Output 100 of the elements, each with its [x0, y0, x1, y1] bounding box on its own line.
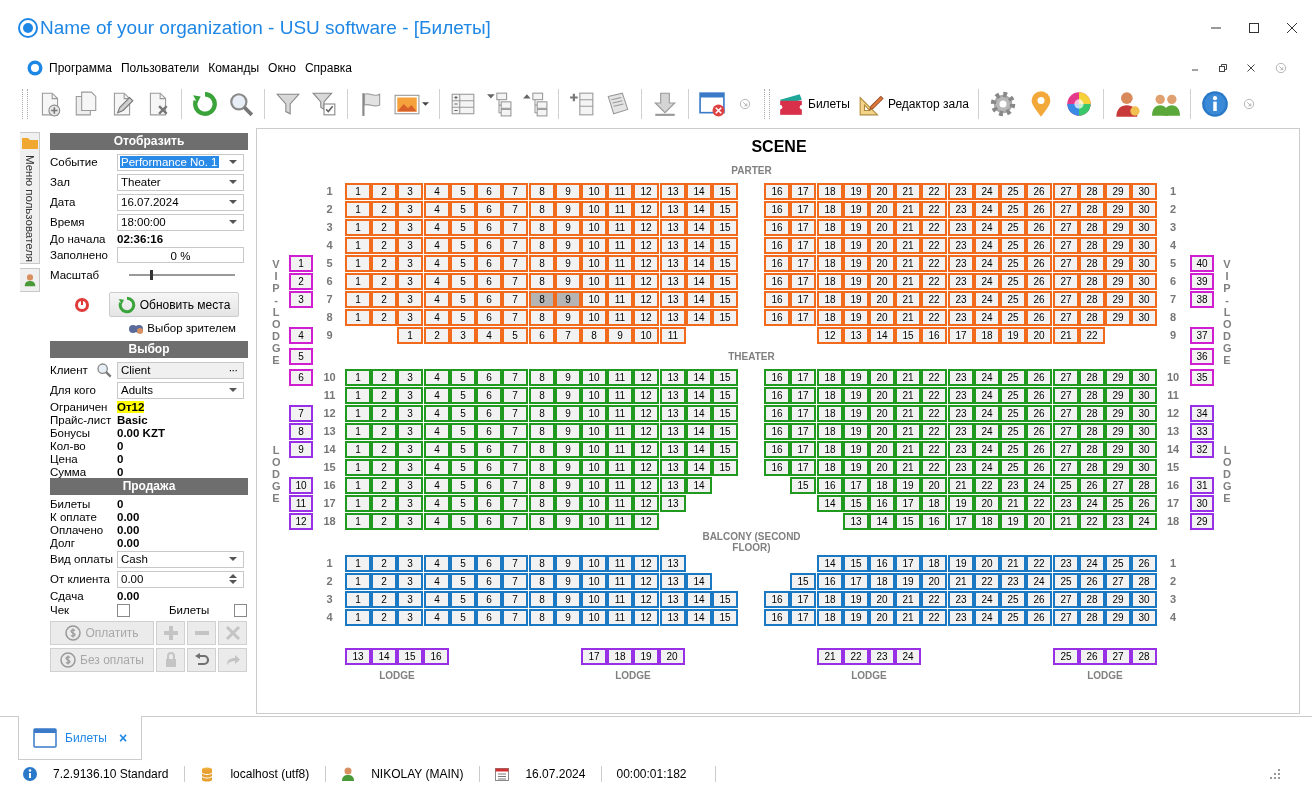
seat[interactable]: 20 — [871, 310, 893, 324]
seat[interactable]: 1 — [347, 292, 369, 306]
seat[interactable]: 18 — [819, 292, 841, 306]
seat[interactable]: 8 — [583, 328, 605, 342]
seat[interactable]: 24 — [976, 184, 998, 198]
seat[interactable]: 20 — [1028, 514, 1050, 528]
seat[interactable]: 17 — [792, 292, 814, 306]
seat[interactable]: 21 — [819, 650, 841, 663]
seat[interactable]: 28 — [1081, 256, 1103, 270]
seat[interactable]: 20 — [871, 388, 893, 402]
hall-editor-button[interactable]: Редактор зала — [854, 88, 973, 120]
seat[interactable]: 9 — [557, 406, 579, 420]
seat[interactable]: 24 — [1028, 478, 1050, 492]
seat[interactable]: 22 — [923, 292, 945, 306]
seat[interactable]: 14 — [688, 184, 710, 198]
seat[interactable]: 2 — [373, 238, 395, 252]
seat[interactable]: 22 — [976, 478, 998, 492]
lodge-seat[interactable]: 3 — [289, 290, 313, 308]
seat[interactable]: 23 — [1002, 478, 1024, 492]
seat[interactable]: 9 — [609, 328, 631, 342]
seat[interactable]: 20 — [871, 592, 893, 606]
seat[interactable]: 12 — [635, 592, 657, 606]
seat[interactable]: 14 — [688, 610, 710, 624]
seat[interactable]: 10 — [635, 328, 657, 342]
seat[interactable]: 19 — [845, 184, 867, 198]
seat[interactable]: 14 — [373, 650, 395, 663]
seat[interactable]: 17 — [845, 478, 867, 492]
zoom-slider[interactable] — [129, 270, 235, 280]
seat[interactable]: 20 — [871, 370, 893, 384]
seat[interactable]: 21 — [897, 442, 919, 456]
seat[interactable]: 3 — [399, 514, 421, 528]
seat[interactable]: 22 — [923, 424, 945, 438]
seat[interactable]: 16 — [766, 460, 788, 474]
seat[interactable]: 16 — [425, 650, 447, 663]
seat[interactable]: 5 — [452, 184, 474, 198]
seat[interactable]: 5 — [452, 460, 474, 474]
seat[interactable]: 5 — [452, 256, 474, 270]
seat[interactable]: 9 — [557, 496, 579, 510]
seat[interactable]: 28 — [1081, 460, 1103, 474]
seat[interactable]: 13 — [662, 424, 684, 438]
seat[interactable]: 10 — [583, 388, 605, 402]
seat[interactable]: 26 — [1028, 202, 1050, 216]
seat[interactable]: 13 — [662, 238, 684, 252]
seat[interactable]: 10 — [583, 424, 605, 438]
seat[interactable]: 30 — [1133, 388, 1155, 402]
seat[interactable]: 1 — [347, 574, 369, 588]
seat[interactable]: 2 — [373, 478, 395, 492]
seat[interactable]: 25 — [1002, 406, 1024, 420]
seat[interactable]: 4 — [426, 514, 448, 528]
seat[interactable]: 1 — [347, 256, 369, 270]
seat[interactable]: 28 — [1081, 592, 1103, 606]
seat[interactable]: 20 — [871, 292, 893, 306]
seat[interactable]: 13 — [662, 256, 684, 270]
seat[interactable]: 13 — [662, 496, 684, 510]
seat[interactable]: 9 — [557, 388, 579, 402]
seat[interactable]: 5 — [452, 424, 474, 438]
seat[interactable]: 16 — [766, 274, 788, 288]
tickets-button[interactable]: Билеты — [774, 88, 854, 120]
seat[interactable]: 23 — [950, 238, 972, 252]
seat[interactable]: 20 — [871, 610, 893, 624]
seat[interactable]: 9 — [557, 292, 579, 306]
seat[interactable]: 16 — [766, 256, 788, 270]
seat[interactable]: 27 — [1055, 442, 1077, 456]
seat[interactable]: 10 — [583, 556, 605, 570]
seat[interactable]: 13 — [662, 442, 684, 456]
seat[interactable]: 27 — [1055, 610, 1077, 624]
seat[interactable]: 26 — [1028, 292, 1050, 306]
lodge-seat[interactable]: 10 — [289, 476, 313, 494]
seat[interactable]: 27 — [1107, 650, 1129, 663]
seat[interactable]: 25 — [1055, 650, 1077, 663]
seat[interactable]: 6 — [478, 274, 500, 288]
lodge-seat[interactable]: 37 — [1190, 326, 1214, 344]
seat[interactable]: 10 — [583, 610, 605, 624]
seat[interactable]: 4 — [426, 310, 448, 324]
seat[interactable]: 8 — [531, 592, 553, 606]
seat[interactable]: 15 — [714, 592, 736, 606]
seat[interactable]: 12 — [635, 442, 657, 456]
info-icon[interactable] — [1200, 88, 1229, 120]
seat[interactable]: 10 — [583, 460, 605, 474]
seat[interactable]: 15 — [714, 202, 736, 216]
seat[interactable]: 12 — [635, 556, 657, 570]
seat[interactable]: 24 — [976, 292, 998, 306]
seat[interactable]: 29 — [1107, 220, 1129, 234]
seat[interactable]: 26 — [1028, 460, 1050, 474]
seat[interactable]: 30 — [1133, 610, 1155, 624]
seat[interactable]: 1 — [347, 370, 369, 384]
seat[interactable]: 7 — [504, 406, 526, 420]
seat[interactable]: 14 — [688, 388, 710, 402]
seat[interactable]: 22 — [1081, 328, 1103, 342]
seat[interactable]: 14 — [688, 292, 710, 306]
seat[interactable]: 26 — [1028, 406, 1050, 420]
seat[interactable]: 17 — [583, 650, 605, 663]
seat[interactable]: 15 — [714, 370, 736, 384]
seat[interactable]: 16 — [871, 556, 893, 570]
seat[interactable]: 17 — [792, 256, 814, 270]
seat[interactable]: 9 — [557, 424, 579, 438]
seat[interactable]: 28 — [1133, 650, 1155, 663]
seat[interactable]: 24 — [976, 370, 998, 384]
seat[interactable]: 24 — [976, 220, 998, 234]
seat[interactable]: 24 — [976, 424, 998, 438]
